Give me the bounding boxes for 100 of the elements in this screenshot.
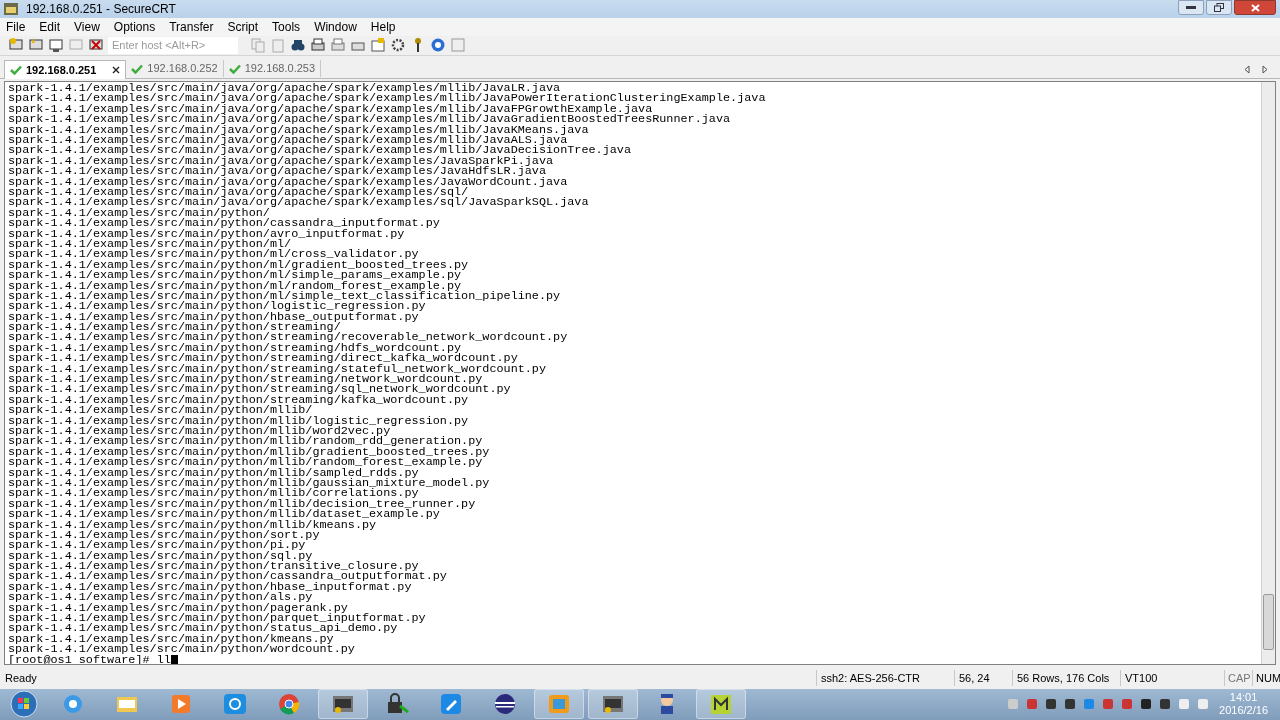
terminal-line: spark-1.4.1/examples/src/main/java/org/apache/spark/examples/mllib/JavaDecisionTree.java xyxy=(8,145,632,156)
terminal-line: spark-1.4.1/examples/src/main/python/hbase_outputformat.py xyxy=(8,311,419,323)
clock-date: 2016/2/16 xyxy=(1219,704,1268,718)
menu-item[interactable]: Window xyxy=(314,18,357,36)
terminal-line: spark-1.4.1/examples/src/main/python/als.py xyxy=(8,592,313,603)
minimize-icon xyxy=(1186,6,1196,9)
terminal-line: spark-1.4.1/examples/src/main/python/pi.py xyxy=(8,540,306,551)
taskbar-button[interactable] xyxy=(318,689,368,720)
terminal-line: spark-1.4.1/examples/src/main/python/sort.py xyxy=(8,529,320,541)
taskbar-button[interactable] xyxy=(588,689,638,720)
terminal-line: spark-1.4.1/examples/src/main/python/mllib/decision_tree_runner.py xyxy=(8,498,477,510)
terminal-line: spark-1.4.1/examples/src/main/python/cassandra_outputformat.py xyxy=(8,571,448,582)
host-field[interactable]: Enter host <Alt+R> xyxy=(108,36,238,54)
terminal-line: spark-1.4.1/examples/src/main/python/ml/simple_params_example.py xyxy=(8,270,462,281)
terminal-line: spark-1.4.1/examples/src/main/python/logistic_regression.py xyxy=(8,301,426,312)
terminal-line: spark-1.4.1/examples/src/main/python/streaming/hdfs_wordcount.py xyxy=(8,342,462,354)
terminal-line: spark-1.4.1/examples/src/main/python/ml/cross_validator.py xyxy=(8,249,419,260)
status-field: ssh2: AES-256-CTR xyxy=(816,669,954,687)
restore-icon xyxy=(1214,3,1224,12)
terminal-line: spark-1.4.1/examples/src/main/python/mllib/random_forest_example.py xyxy=(8,457,483,468)
terminal-line: spark-1.4.1/examples/src/main/python/mllib/sampled_rdds.py xyxy=(8,467,419,478)
menu-item[interactable]: Options xyxy=(113,18,156,36)
terminal-line: spark-1.4.1/examples/src/main/python/mllib/word2vec.py xyxy=(8,426,391,437)
terminal-line: spark-1.4.1/examples/src/main/python/ xyxy=(8,207,270,219)
terminal-line: spark-1.4.1/examples/src/main/python/ml/simple_text_classification_pipeline.py xyxy=(8,290,562,302)
terminal-line: spark-1.4.1/examples/src/main/python/streaming/recoverable_network_wordcount.py xyxy=(8,332,569,343)
close-tab-icon[interactable] xyxy=(112,66,121,75)
terminal-line: spark-1.4.1/examples/src/main/python/sql.py xyxy=(8,550,313,562)
status-field: CAP xyxy=(1224,669,1252,687)
terminal-line: spark-1.4.1/examples/src/main/python/streaming/direct_kafka_wordcount.py xyxy=(8,353,518,364)
terminal-line: spark-1.4.1/examples/src/main/java/org/apache/spark/examples/mllib/JavaLR.java xyxy=(8,83,561,94)
terminal-line: spark-1.4.1/examples/src/main/python/cassandra_inputformat.py xyxy=(8,218,441,229)
terminal-line: spark-1.4.1/examples/src/main/python/ml/random_forest_example.py xyxy=(8,280,462,291)
menu-item[interactable]: Transfer xyxy=(169,18,214,36)
tab-label: 192.168.0.252 xyxy=(147,61,218,77)
menu-item[interactable]: Help xyxy=(370,18,396,36)
terminal-line: spark-1.4.1/examples/src/main/java/org/apache/spark/examples/mllib/JavaKMeans.java xyxy=(8,124,589,136)
terminal-line: spark-1.4.1/examples/src/main/java/org/apache/spark/examples/mllib/JavaALS.java xyxy=(8,135,568,146)
menu-item[interactable]: Script xyxy=(227,18,259,36)
window-title: 192.168.0.251 - SecureCRT xyxy=(26,1,176,18)
terminal-line: spark-1.4.1/examples/src/main/python/ml/ xyxy=(8,238,292,250)
terminal-line: spark-1.4.1/examples/src/main/java/org/apache/spark/examples/mllib/JavaPowerIterationClusteringExample.java xyxy=(8,93,767,104)
close-icon xyxy=(1250,3,1260,12)
connect-tab-icon[interactable] xyxy=(48,37,64,54)
clock-time: 14:01 xyxy=(1229,691,1258,705)
status-message: Ready xyxy=(4,670,38,686)
tab-scroll-left-icon[interactable] xyxy=(1244,65,1250,75)
terminal-line: spark-1.4.1/examples/src/main/python/streaming/ xyxy=(8,322,341,333)
status-field: VT100 xyxy=(1120,669,1224,687)
terminal-line: spark-1.4.1/examples/src/main/python/mllib/kmeans.py xyxy=(8,519,377,530)
session-tab[interactable]: 192.168.0.252 xyxy=(126,60,224,78)
terminal-line: spark-1.4.1/examples/src/main/python/mllib/correlations.py xyxy=(8,488,419,499)
tab-label: 192.168.0.251 xyxy=(26,62,97,78)
app-icon xyxy=(4,3,18,15)
minimize-button[interactable] xyxy=(1178,0,1204,15)
terminal-line: spark-1.4.1/examples/src/main/python/mllib/ xyxy=(8,405,313,416)
status-field: 56, 24 xyxy=(954,669,1012,687)
status-field: NUM xyxy=(1252,669,1280,687)
scrollbar-thumb[interactable] xyxy=(1263,594,1274,651)
scrollbar[interactable] xyxy=(1261,82,1275,665)
print-setup-icon[interactable] xyxy=(330,37,346,54)
menu-item[interactable]: File xyxy=(6,18,26,36)
terminal-line: spark-1.4.1/examples/src/main/java/org/apache/spark/examples/mllib/JavaGradientBoostedTreesRunner.java xyxy=(8,114,732,125)
tray-app-icon[interactable] xyxy=(1044,697,1059,712)
status-field: 56 Rows, 176 Cols xyxy=(1012,669,1120,687)
close-button[interactable] xyxy=(1234,0,1276,15)
tab-scroll-right-icon[interactable] xyxy=(1262,65,1268,75)
terminal-line: spark-1.4.1/examples/src/main/java/org/apache/spark/examples/JavaWordCount.java xyxy=(8,176,569,187)
terminal-line: spark-1.4.1/examples/src/main/python/avro_inputformat.py xyxy=(8,228,405,239)
terminal-line: spark-1.4.1/examples/src/main/python/streaming/kafka_wordcount.py xyxy=(8,394,469,406)
cursor xyxy=(170,654,178,665)
terminal-line: spark-1.4.1/examples/src/main/python/streaming/network_wordcount.py xyxy=(8,374,483,385)
terminal-line: spark-1.4.1/examples/src/main/python/wordcount.py xyxy=(8,644,356,655)
terminal-line: spark-1.4.1/examples/src/main/python/parquet_inputformat.py xyxy=(8,613,427,624)
terminal-line: spark-1.4.1/examples/src/main/java/org/apache/spark/examples/sql/JavaSparkSQL.java xyxy=(8,197,590,208)
terminal-line: spark-1.4.1/examples/src/main/java/org/apache/spark/examples/JavaHdfsLR.java xyxy=(8,166,547,177)
menu-item[interactable]: Edit xyxy=(39,18,61,36)
terminal-line: spark-1.4.1/examples/src/main/python/kmeans.py xyxy=(8,633,334,645)
terminal-prompt: [root@os1 software]# ll xyxy=(8,654,171,665)
terminal-line: spark-1.4.1/examples/src/main/python/mllib/gradient_boosted_trees.py xyxy=(8,446,491,458)
terminal-line: spark-1.4.1/examples/src/main/python/streaming/stateful_network_wordcount.py xyxy=(8,363,548,375)
terminal-line: spark-1.4.1/examples/src/main/python/streaming/sql_network_wordcount.py xyxy=(8,384,512,395)
terminal-line: spark-1.4.1/examples/src/main/python/ml/gradient_boosted_trees.py xyxy=(8,259,470,271)
terminal-line: spark-1.4.1/examples/src/main/python/mllib/random_rdd_generation.py xyxy=(8,436,483,447)
restore-button[interactable] xyxy=(1206,0,1232,15)
session-tab[interactable]: 192.168.0.251 xyxy=(4,60,127,80)
terminal-line: spark-1.4.1/examples/src/main/python/mllib/gaussian_mixture_model.py xyxy=(8,477,491,489)
terminal-line: spark-1.4.1/examples/src/main/python/pagerank.py xyxy=(8,602,348,613)
terminal-line: spark-1.4.1/examples/src/main/python/hbase_inputformat.py xyxy=(8,581,412,593)
taskbar-button[interactable] xyxy=(696,689,746,720)
menu-item[interactable]: View xyxy=(74,18,100,36)
terminal-line: spark-1.4.1/examples/src/main/python/mllib/logistic_regression.py xyxy=(8,415,470,426)
menu-item[interactable]: Tools xyxy=(272,18,301,36)
terminal-line: spark-1.4.1/examples/src/main/java/org/apache/spark/examples/JavaSparkPi.java xyxy=(8,155,554,167)
terminal-line: spark-1.4.1/examples/src/main/java/org/apache/spark/examples/sql/ xyxy=(8,187,469,198)
terminal-line: spark-1.4.1/examples/src/main/python/status_api_demo.py xyxy=(8,623,398,634)
terminal-line: spark-1.4.1/examples/src/main/java/org/apache/spark/examples/mllib/JavaFPGrowthExample.java xyxy=(8,103,653,115)
terminal-line: spark-1.4.1/examples/src/main/python/mllib/dataset_example.py xyxy=(8,509,440,520)
tab-label: 192.168.0.253 xyxy=(244,61,316,77)
session-tab[interactable]: 192.168.0.253 xyxy=(223,60,322,78)
